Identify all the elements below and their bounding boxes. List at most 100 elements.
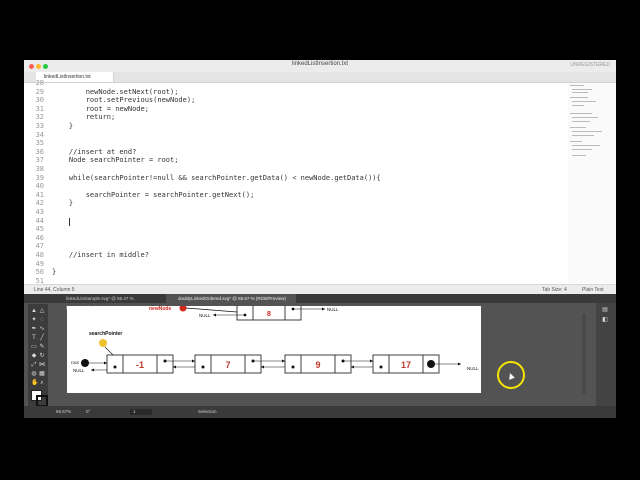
curvature-icon[interactable]: ∿	[39, 326, 45, 332]
node-value: 17	[401, 360, 411, 370]
editor-window: linkedListInsertion.txt UNREGISTERED lin…	[24, 60, 616, 294]
tail-next-null: NULL	[467, 366, 479, 371]
rotation-icon[interactable]: 0°	[86, 409, 90, 414]
doc-tab-label: doublyLinkedOrdered.svg* @ 66.67 % (RGB/…	[178, 296, 286, 301]
tab-size-selector[interactable]: Tab Size: 4	[542, 287, 567, 293]
line-number: 41	[35, 190, 44, 199]
code-line: root.setPrevious(newNode);	[52, 96, 196, 105]
line-number: 47	[35, 242, 44, 251]
root-pointer-dot	[81, 359, 89, 367]
properties-panel-icon[interactable]: ◧	[602, 317, 608, 323]
direct-selection-icon[interactable]: △	[39, 308, 45, 314]
code-line: while(searchPointer!=null && searchPoint…	[52, 173, 381, 182]
line-number: 31	[35, 104, 44, 113]
width-tool-icon[interactable]: ⋈	[39, 362, 45, 368]
code-line: searchPointer = searchPointer.getNext();	[52, 190, 255, 199]
line-number: 50	[35, 268, 44, 277]
line-tool-icon[interactable]: ╱	[39, 335, 45, 341]
vertical-scrollbar[interactable]	[582, 314, 586, 394]
root-label: root	[71, 360, 80, 365]
code-line: //insert in middle?	[52, 251, 149, 259]
line-number: 35	[35, 139, 44, 148]
code-line: Node searchPointer = root;	[52, 156, 179, 165]
code-text-area[interactable]: newNode.setNext(root); root.setPrevious(…	[52, 83, 572, 283]
line-number: 34	[35, 130, 44, 139]
prev-pointer-dot	[291, 365, 295, 369]
line-number: 30	[35, 96, 44, 105]
tab-label: linkedListInsertion.txt	[44, 74, 91, 80]
hand-tool-icon[interactable]: ✋	[31, 380, 38, 386]
line-number: 36	[35, 147, 44, 156]
window-title: linkedListInsertion.txt	[291, 61, 349, 67]
root-prev-null: NULL	[73, 368, 85, 373]
line-number: 43	[35, 208, 44, 216]
document-tabbar: linkedListSample.svg* @ 56.47 % (RGB/Pre…	[24, 294, 616, 310]
line-number: 28	[35, 79, 44, 87]
line-number: 40	[35, 182, 44, 191]
syntax-selector[interactable]: Plain Text	[582, 287, 604, 293]
prev-pointer-dot	[201, 365, 205, 369]
rotate-icon[interactable]: ↻	[39, 353, 45, 359]
tools-panel: ▲ △ ✦ ◌ ✒ ∿ T ╱ ▭ ✎ ◆ ↻ ⤢ ⋈ ◍ ▦ ✋ ⌕	[28, 304, 48, 407]
code-line: newNode.setNext(root);	[52, 87, 179, 96]
line-number: 46	[35, 233, 44, 242]
node-value: 7	[225, 360, 230, 370]
newnode-next-null: NULL	[327, 307, 339, 312]
zoom-level[interactable]: 66.67%	[56, 409, 71, 414]
searchpointer-dot	[99, 339, 107, 347]
code-line: }	[52, 122, 74, 130]
artboard-number: 1	[133, 409, 136, 414]
shape-builder-icon[interactable]: ◍	[31, 371, 37, 377]
illustrator-window: linkedListSample.svg* @ 56.47 % (RGB/Pre…	[24, 294, 616, 418]
line-number: 37	[35, 156, 44, 165]
minimap[interactable]	[568, 83, 616, 283]
code-line: root = newNode;	[52, 104, 149, 113]
line-number: 45	[35, 225, 44, 234]
magic-wand-icon[interactable]: ✦	[31, 317, 37, 323]
cursor-position: Line 44, Column 5	[34, 287, 75, 293]
layers-panel-icon[interactable]: ▤	[602, 307, 608, 313]
prev-pointer-dot	[113, 365, 117, 369]
lasso-icon[interactable]: ◌	[39, 317, 45, 323]
line-number: 42	[35, 199, 44, 208]
searchpointer-label: searchPointer	[89, 331, 122, 337]
editor-tabbar: linkedListInsertion.txt	[24, 72, 616, 83]
prev-pointer-dot	[379, 365, 383, 369]
line-number: 29	[35, 87, 44, 96]
doc-tab-linkedlistsample[interactable]: linkedListSample.svg* @ 56.47 % (RGB/Pre…	[54, 294, 164, 310]
pen-tool-icon[interactable]: ✒	[31, 326, 37, 332]
line-number: 33	[35, 122, 44, 130]
line-number: 44	[35, 216, 44, 225]
line-number-gutter: 28 29 30 31 32 33 34 35 36 37 38 39 40 41 42 43 44 45 46 47…	[24, 79, 46, 285]
newnode-value: 8	[267, 311, 271, 318]
doc-tab-doublylinkedordered[interactable]: doublyLinkedOrdered.svg* @ 66.67 % (RGB/…	[166, 294, 296, 303]
code-line: //insert at end?	[52, 147, 137, 156]
text-cursor	[69, 218, 70, 226]
line-number: 32	[35, 113, 44, 122]
rectangle-tool-icon[interactable]: ▭	[31, 344, 37, 350]
code-line: return;	[52, 113, 116, 122]
newnode-label: newNode	[149, 306, 171, 312]
eraser-icon[interactable]: ◆	[31, 353, 37, 359]
selection-tool-icon[interactable]: ▲	[31, 308, 37, 314]
zoom-tool-icon[interactable]: ⌕	[39, 380, 45, 386]
line-number: 48	[35, 251, 44, 259]
code-line: }	[52, 268, 57, 277]
gradient-icon[interactable]: ▦	[39, 371, 45, 377]
code-line: }	[52, 199, 74, 208]
line-number: 49	[35, 259, 44, 268]
tab-linkedlistinsertion[interactable]: linkedListInsertion.txt	[36, 72, 114, 82]
paintbrush-icon[interactable]: ✎	[39, 344, 45, 350]
node-value: -1	[136, 360, 144, 370]
type-tool-icon[interactable]: T	[31, 335, 37, 341]
current-tool-name: Selection	[198, 409, 217, 414]
node-value: 9	[315, 360, 320, 370]
editor-status-bar: Line 44, Column 5 Tab Size: 4 Plain Text	[24, 284, 616, 294]
scale-icon[interactable]: ⤢	[31, 362, 37, 368]
illustrator-status-bar: 66.67% 0° 1 Selection	[24, 406, 616, 418]
panels-dock: ▤ ◧	[596, 303, 616, 406]
line-number: 39	[35, 173, 44, 182]
artboard-doubly-linked-diagram[interactable]: newNode 8 NULL NULL searchPointer root N…	[67, 306, 481, 393]
next-pointer-dot	[427, 360, 435, 368]
artboard-navigator[interactable]: 1	[130, 409, 152, 415]
